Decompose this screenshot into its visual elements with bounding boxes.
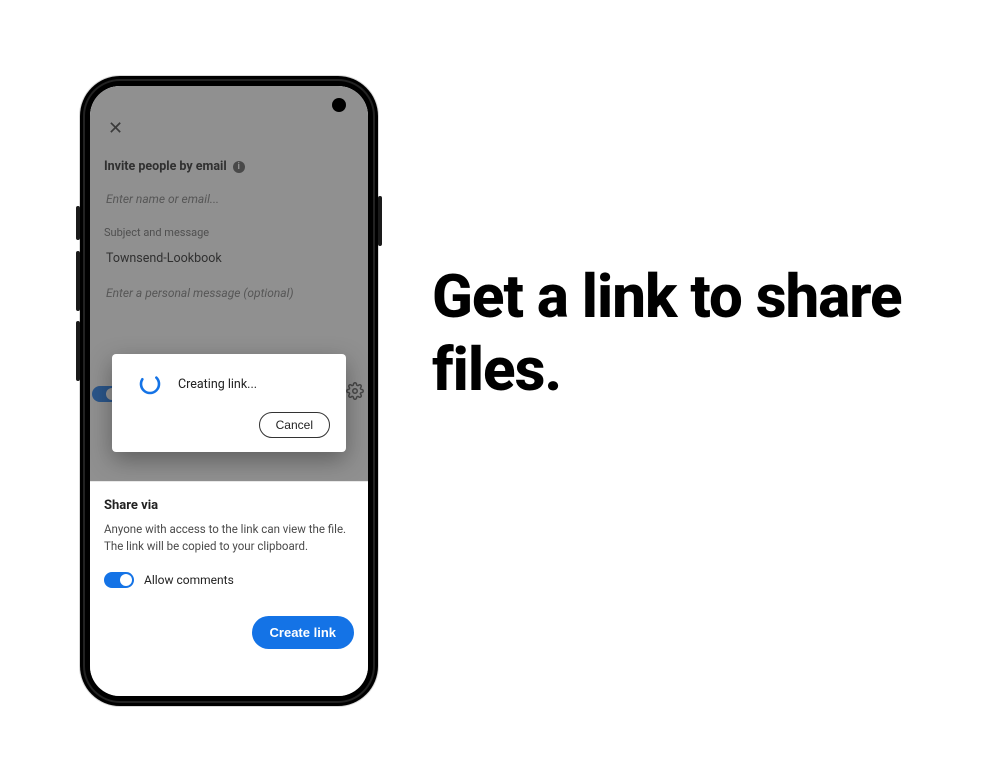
phone-side-button bbox=[76, 251, 80, 311]
front-camera bbox=[332, 98, 346, 112]
spinner-icon bbox=[138, 372, 162, 396]
cancel-button[interactable]: Cancel bbox=[259, 412, 330, 438]
phone-side-button bbox=[76, 321, 80, 381]
phone-frame: ✕ Invite people by email i Enter name or… bbox=[80, 76, 378, 706]
allow-comments-label: Allow comments bbox=[144, 573, 234, 587]
phone-screen: ✕ Invite people by email i Enter name or… bbox=[90, 86, 368, 696]
sheet-description: Anyone with access to the link can view … bbox=[104, 521, 354, 554]
marketing-headline: Get a link to share files. bbox=[432, 260, 992, 406]
dialog-status-text: Creating link... bbox=[178, 377, 257, 392]
allow-comments-row: Allow comments bbox=[104, 572, 354, 588]
share-via-sheet: Share via Anyone with access to the link… bbox=[90, 481, 368, 696]
allow-comments-toggle[interactable] bbox=[104, 572, 134, 588]
phone-side-button bbox=[378, 196, 382, 246]
creating-link-dialog: Creating link... Cancel bbox=[112, 354, 346, 452]
sheet-title: Share via bbox=[104, 498, 354, 513]
create-link-button[interactable]: Create link bbox=[252, 616, 354, 649]
phone-side-button bbox=[76, 206, 80, 240]
